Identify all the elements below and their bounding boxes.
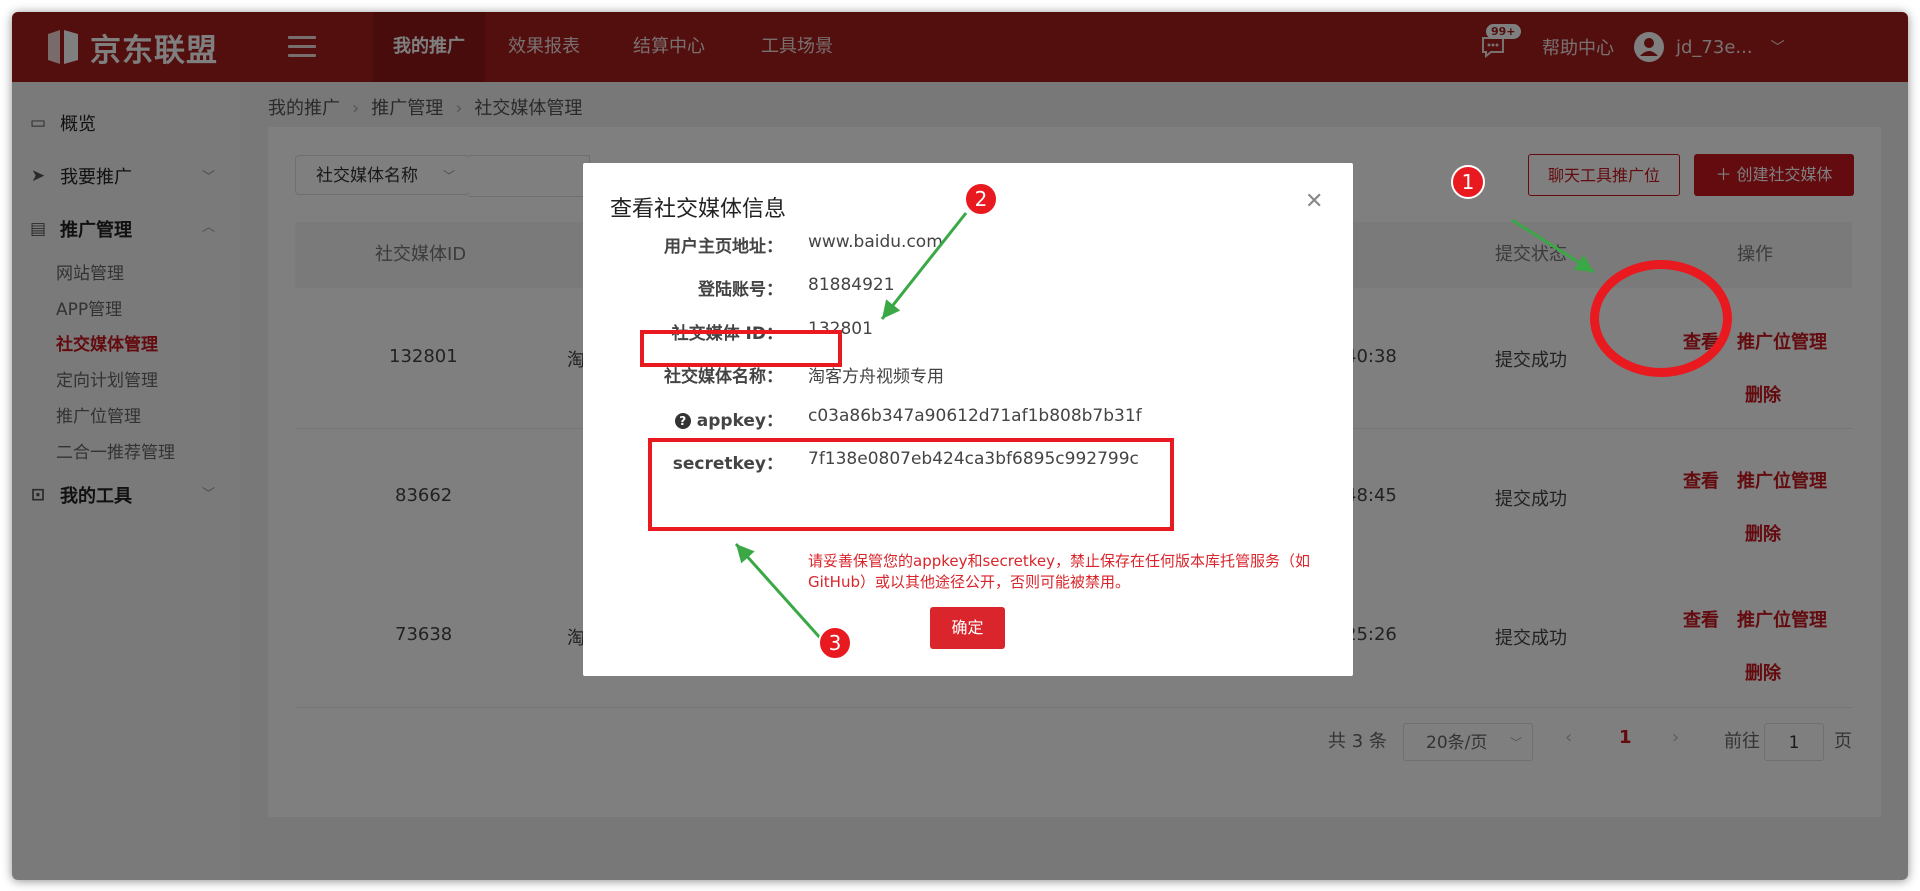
annotation-box-id bbox=[640, 330, 842, 367]
help-icon[interactable]: ? bbox=[674, 413, 691, 429]
annotation-marker-3: 3 bbox=[818, 626, 852, 660]
annotation-marker-2: 2 bbox=[964, 182, 998, 216]
dialog-title: 查看社交媒体信息 bbox=[610, 197, 787, 222]
account-label: 登陆账号： bbox=[698, 280, 783, 300]
annotation-marker-1: 1 bbox=[1451, 165, 1485, 199]
annotation-box-keys bbox=[648, 438, 1174, 531]
homepage-value: www.baidu.com bbox=[808, 232, 943, 252]
confirm-button[interactable]: 确定 bbox=[930, 607, 1005, 649]
appkey-label: appkey： bbox=[696, 411, 783, 431]
annotation-circle-view bbox=[1590, 260, 1732, 377]
appkey-value: c03a86b347a90612d71af1b808b7b31f bbox=[808, 406, 1142, 426]
homepage-label: 用户主页地址： bbox=[664, 237, 783, 257]
account-value: 81884921 bbox=[808, 275, 895, 295]
social-media-info-dialog: 查看社交媒体信息 ✕ 用户主页地址： www.baidu.com 登陆账号： 8… bbox=[583, 163, 1353, 676]
close-icon[interactable]: ✕ bbox=[1305, 189, 1323, 214]
security-warning: 请妥善保管您的appkey和secretkey，禁止保存在任何版本库托管服务（如… bbox=[808, 552, 1310, 591]
appkey-label-row: ? appkey： bbox=[583, 406, 783, 431]
app-window: 京东联盟 我的推广 效果报表 结算中心 工具场景 99+ 帮助中心 jd_73e… bbox=[12, 12, 1908, 880]
